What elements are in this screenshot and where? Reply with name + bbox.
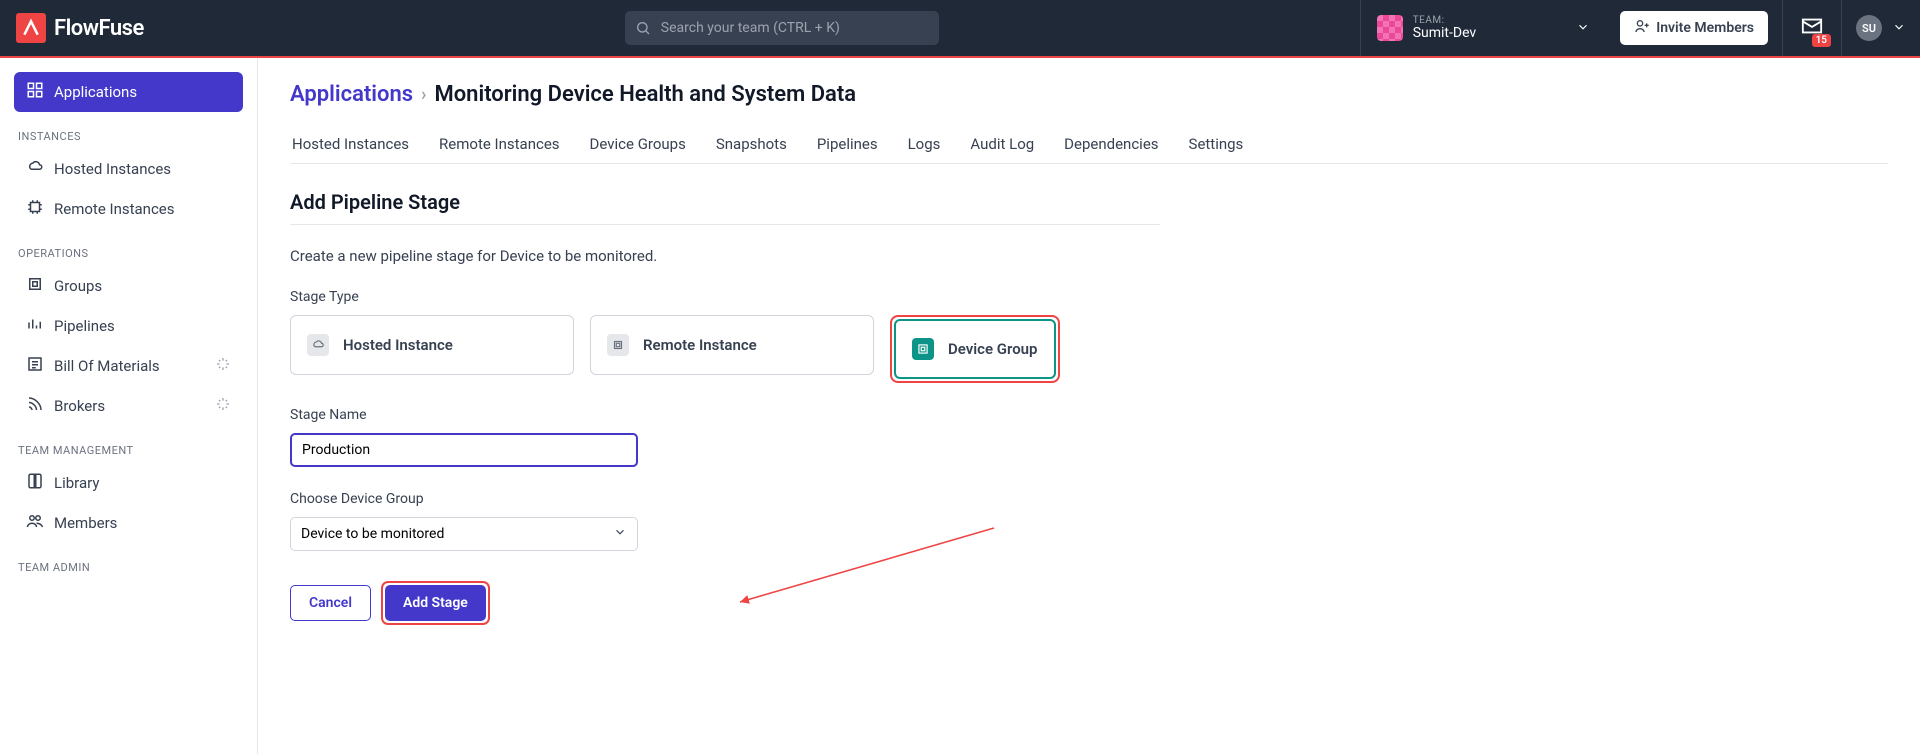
pipeline-icon [26, 315, 44, 337]
tab-logs[interactable]: Logs [906, 125, 943, 163]
breadcrumb-applications-link[interactable]: Applications [290, 82, 413, 107]
stage-type-label: Hosted Instance [343, 336, 453, 354]
app-header: FlowFuse TEAM: Sumit-Dev Invite Members [0, 0, 1920, 58]
choose-device-group-label: Choose Device Group [290, 491, 1888, 507]
sidebar-item-library[interactable]: Library [14, 463, 243, 503]
select-value: Device to be monitored [301, 526, 444, 542]
groups-icon [26, 275, 44, 297]
search-icon [635, 20, 651, 40]
grid-icon [26, 81, 44, 103]
highlight-annotation: Add Stage [381, 581, 490, 625]
cancel-button[interactable]: Cancel [290, 585, 371, 621]
notifications-button[interactable]: 15 [1782, 0, 1841, 56]
stage-type-hosted-instance[interactable]: Hosted Instance [290, 315, 574, 375]
tab-device-groups[interactable]: Device Groups [588, 125, 688, 163]
chip-icon [607, 334, 629, 356]
sparkle-icon [215, 356, 231, 376]
tab-settings[interactable]: Settings [1187, 125, 1246, 163]
group-icon [912, 338, 934, 360]
chip-icon [26, 198, 44, 220]
tab-snapshots[interactable]: Snapshots [714, 125, 789, 163]
header-right: TEAM: Sumit-Dev Invite Members 15 SU [1360, 0, 1920, 56]
book-icon [26, 472, 44, 494]
broadcast-icon [26, 395, 44, 417]
user-avatar: SU [1856, 15, 1882, 41]
breadcrumb-current: Monitoring Device Health and System Data [434, 82, 856, 107]
tab-pipelines[interactable]: Pipelines [815, 125, 880, 163]
sidebar-heading-team-admin: TEAM ADMIN [14, 543, 243, 580]
user-menu[interactable]: SU [1841, 0, 1920, 56]
sidebar-item-remote-instances[interactable]: Remote Instances [14, 189, 243, 229]
team-switcher[interactable]: TEAM: Sumit-Dev [1360, 0, 1606, 56]
main-content: Applications › Monitoring Device Health … [258, 58, 1920, 754]
team-avatar-icon [1377, 15, 1403, 41]
sidebar-heading-operations: OPERATIONS [14, 229, 243, 266]
sidebar-item-label: Library [54, 474, 99, 492]
sidebar-item-applications[interactable]: Applications [14, 72, 243, 112]
search-input[interactable] [625, 11, 939, 45]
sidebar: Applications INSTANCES Hosted Instances … [0, 58, 258, 754]
tabs-nav: Hosted Instances Remote Instances Device… [290, 125, 1888, 164]
sidebar-item-label: Hosted Instances [54, 160, 171, 178]
sidebar-item-label: Remote Instances [54, 200, 175, 218]
chevron-down-icon [613, 525, 627, 543]
cloud-icon [26, 158, 44, 180]
sidebar-item-brokers[interactable]: Brokers [14, 386, 243, 426]
team-name: Sumit-Dev [1413, 26, 1476, 41]
sparkle-icon [215, 396, 231, 416]
sidebar-heading-team-management: TEAM MANAGEMENT [14, 426, 243, 463]
tab-hosted-instances[interactable]: Hosted Instances [290, 125, 411, 163]
add-stage-button[interactable]: Add Stage [385, 585, 486, 621]
chevron-down-icon [1576, 19, 1590, 38]
search-wrap [625, 11, 939, 45]
form-actions: Cancel Add Stage [290, 581, 1888, 625]
sidebar-item-label: Members [54, 514, 117, 532]
sidebar-item-hosted-instances[interactable]: Hosted Instances [14, 149, 243, 189]
sidebar-heading-instances: INSTANCES [14, 112, 243, 149]
sidebar-item-groups[interactable]: Groups [14, 266, 243, 306]
stage-type-label: Device Group [948, 340, 1038, 358]
brand-mark-icon [16, 13, 46, 43]
brand-logo[interactable]: FlowFuse [0, 13, 160, 43]
user-plus-icon [1634, 18, 1650, 38]
stage-name-label: Stage Name [290, 407, 1888, 423]
highlight-annotation: Device Group [890, 315, 1060, 383]
stage-name-input[interactable] [290, 433, 638, 467]
stage-type-label: Remote Instance [643, 336, 757, 354]
users-icon [26, 512, 44, 534]
invite-label: Invite Members [1656, 20, 1754, 36]
chevron-down-icon [1892, 19, 1906, 38]
brand-text: FlowFuse [54, 16, 144, 41]
page-description: Create a new pipeline stage for Device t… [290, 247, 1888, 265]
breadcrumb: Applications › Monitoring Device Health … [290, 82, 1888, 107]
tab-audit-log[interactable]: Audit Log [968, 125, 1036, 163]
envelope-icon: 15 [1801, 15, 1823, 41]
stage-type-label: Stage Type [290, 289, 1888, 305]
notification-badge: 15 [1812, 34, 1831, 47]
sidebar-item-label: Pipelines [54, 317, 115, 335]
stage-type-remote-instance[interactable]: Remote Instance [590, 315, 874, 375]
list-icon [26, 355, 44, 377]
page-title: Add Pipeline Stage [290, 190, 1888, 214]
stage-type-device-group[interactable]: Device Group [894, 319, 1056, 379]
divider [290, 224, 1160, 225]
sidebar-item-members[interactable]: Members [14, 503, 243, 543]
device-group-select[interactable]: Device to be monitored [290, 517, 638, 551]
sidebar-item-bill-of-materials[interactable]: Bill Of Materials [14, 346, 243, 386]
tab-remote-instances[interactable]: Remote Instances [437, 125, 562, 163]
tab-dependencies[interactable]: Dependencies [1062, 125, 1160, 163]
sidebar-item-label: Applications [54, 83, 137, 101]
cloud-icon [307, 334, 329, 356]
stage-type-options: Hosted Instance Remote Instance Device G… [290, 315, 1888, 383]
sidebar-item-label: Groups [54, 277, 102, 295]
sidebar-item-pipelines[interactable]: Pipelines [14, 306, 243, 346]
sidebar-item-label: Brokers [54, 397, 105, 415]
chevron-right-icon: › [421, 84, 426, 105]
invite-members-button[interactable]: Invite Members [1620, 11, 1768, 45]
sidebar-item-label: Bill Of Materials [54, 357, 160, 375]
